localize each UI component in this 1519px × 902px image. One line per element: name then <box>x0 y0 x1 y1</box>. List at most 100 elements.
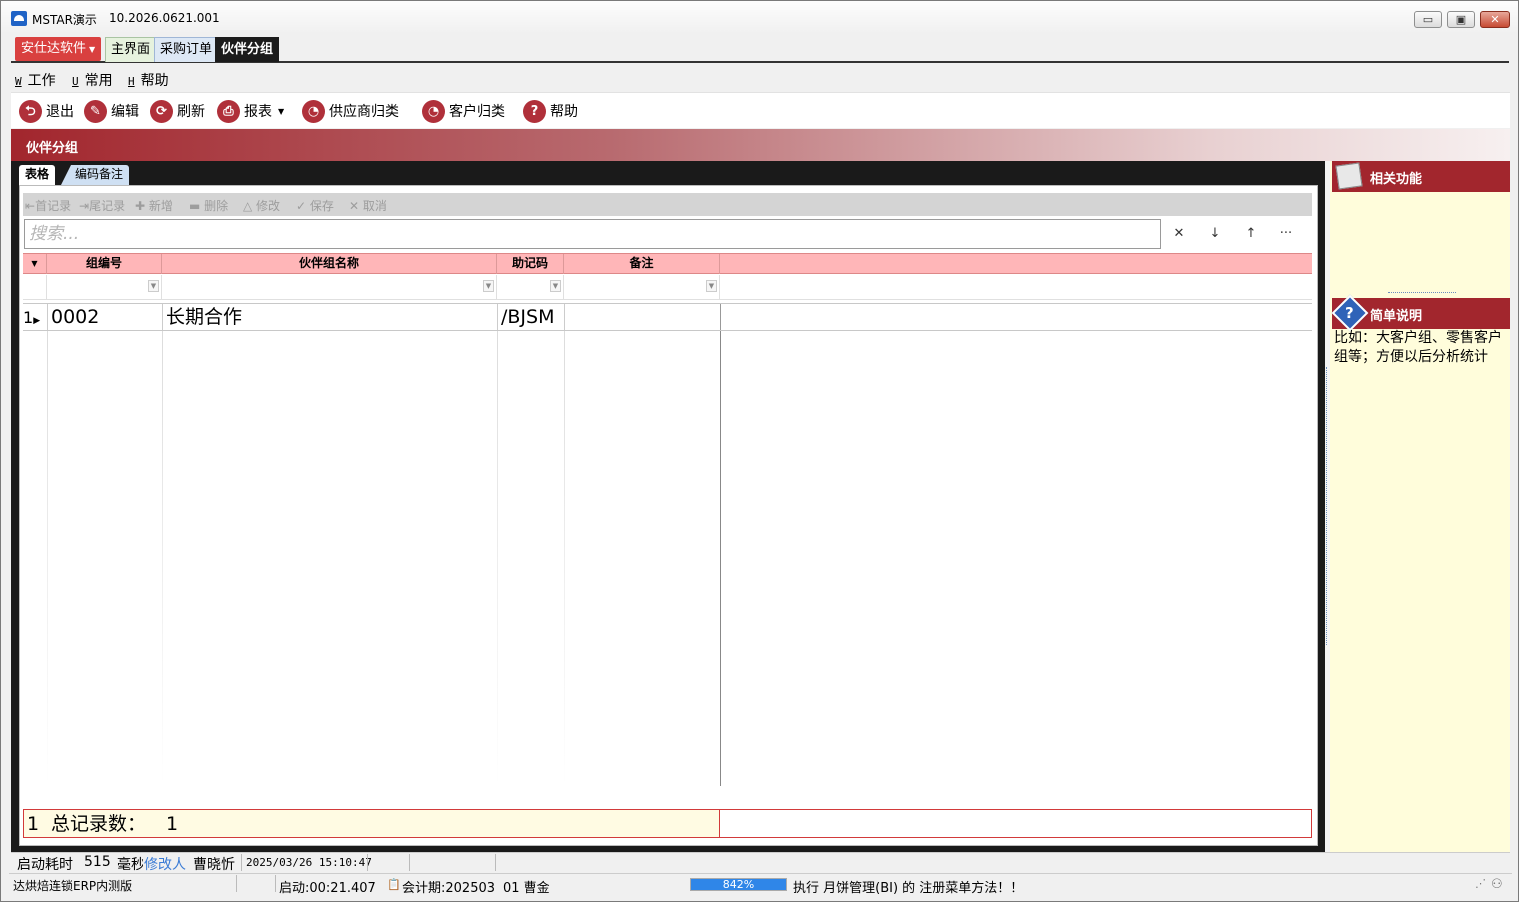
column-chooser-button[interactable]: ▼ <box>23 254 47 274</box>
edit-icon: ✎ <box>84 99 107 123</box>
current-user: 01 曹金 <box>503 881 550 896</box>
window-title: MSTAR演示 <box>32 13 97 27</box>
column-header-name[interactable]: 伙伴组名称 <box>162 254 497 274</box>
clear-search-button[interactable]: ✕ <box>1170 226 1188 241</box>
related-functions-title: 相关功能 <box>1370 172 1423 187</box>
help-button[interactable]: ? 帮助 <box>523 99 578 123</box>
row-pointer-icon: ▶ <box>33 316 41 326</box>
tab-main[interactable]: 主界面 <box>105 37 157 62</box>
cell-mnemonic[interactable]: /BJSM <box>497 304 564 330</box>
close-button[interactable]: ✕ <box>1480 11 1510 28</box>
save-button[interactable]: ✓ 保存 <box>296 197 334 214</box>
startup-label: 启动耗时 <box>17 857 73 873</box>
splitter-grip[interactable] <box>1326 367 1329 645</box>
first-record-button[interactable]: ⇤首记录 <box>25 197 71 214</box>
print-icon: ⎙ <box>217 99 240 123</box>
divider <box>241 854 242 871</box>
search-box <box>24 219 1161 249</box>
divider <box>275 875 276 892</box>
menu-common[interactable]: U 常用 <box>72 70 113 90</box>
startup-value: 515 <box>84 854 111 870</box>
filter-dropdown-icon[interactable]: ▼ <box>148 280 159 292</box>
summary-footer: 1 总记录数： 1 <box>23 809 1312 838</box>
report-button[interactable]: ⎙ 报表 ▼ <box>217 99 284 123</box>
users-icon: ⚇ <box>1491 877 1503 892</box>
column-divider <box>47 331 48 786</box>
tab-purchase-order[interactable]: 采购订单 <box>154 37 219 62</box>
column-header-code[interactable]: 组编号 <box>47 254 162 274</box>
menu-help[interactable]: H 帮助 <box>128 70 169 90</box>
modifier-label: 修改人 <box>144 857 186 873</box>
menu-work[interactable]: W 工作 <box>15 70 56 90</box>
add-button[interactable]: ✚ 新增 <box>135 197 173 214</box>
calendar-icon: 📋 <box>387 878 401 891</box>
modified-time: 2025/03/26 15:10:47 <box>246 856 372 869</box>
column-header-remark[interactable]: 备注 <box>564 254 720 274</box>
resize-grip-icon[interactable]: ⋰ <box>1475 877 1486 890</box>
filter-cell-code[interactable]: ▼ <box>47 275 162 299</box>
exit-button[interactable]: ⮌ 退出 <box>19 99 74 123</box>
brand-menu-button[interactable]: 安仕达软件 ▼ <box>15 37 102 61</box>
app-window: MSTAR演示 10.2026.0621.001 ▭ ▣ ✕ 安仕达软件 ▼ 主界… <box>0 0 1519 902</box>
edit-button[interactable]: ✎ 编辑 <box>84 99 139 123</box>
pie-chart-icon: ◔ <box>422 99 445 123</box>
column-header-mnemonic[interactable]: 助记码 <box>497 254 564 274</box>
filter-cell <box>23 275 47 299</box>
column-divider <box>162 331 163 786</box>
title-bar: MSTAR演示 10.2026.0621.001 ▭ ▣ ✕ <box>1 1 1518 34</box>
filter-cell-mnemonic[interactable]: ▼ <box>497 275 564 299</box>
section-grip[interactable] <box>1388 292 1456 295</box>
filter-cell-remark[interactable]: ▼ <box>564 275 720 299</box>
minimize-button[interactable]: ▭ <box>1414 11 1442 28</box>
maximize-button[interactable]: ▣ <box>1447 11 1475 28</box>
description-header[interactable]: ? 简单说明 <box>1331 294 1510 332</box>
next-match-button[interactable]: ↓ <box>1206 226 1224 241</box>
summary-count: 1 <box>166 813 179 835</box>
main-panel: 表格 编码备注 ⇤首记录 ⇥尾记录 ✚ 新增 ▬ 删除 △ 修改 ✓ 保存 ✕ … <box>11 161 1325 852</box>
cell-empty <box>720 304 1310 330</box>
filter-dropdown-icon[interactable]: ▼ <box>706 280 717 292</box>
divider <box>409 854 410 871</box>
column-divider <box>720 331 721 786</box>
refresh-button[interactable]: ⟳ 刷新 <box>150 99 205 123</box>
uptime-label: 启动:00:21.407 <box>279 881 376 896</box>
pie-chart-icon: ◔ <box>302 99 325 123</box>
top-tab-strip: 安仕达软件 ▼ 主界面 采购订单 伙伴分组 <box>11 34 1509 63</box>
tab-partner-group[interactable]: 伙伴分组 <box>215 37 280 62</box>
customer-classify-button[interactable]: ◔ 客户归类 <box>422 99 505 123</box>
edition-label: 达烘焙连锁ERP内测版 <box>13 879 133 893</box>
supplier-classify-button[interactable]: ◔ 供应商归类 <box>302 99 399 123</box>
divider <box>495 854 496 871</box>
divider <box>367 854 368 871</box>
tab-grid[interactable]: 表格 <box>19 165 56 185</box>
table-row[interactable]: 1▶ 0002 长期合作 /BJSM <box>23 303 1312 331</box>
side-panel: 相关功能 ? 简单说明 比如：大客户组、零售客户组等；方便以后分析统计 <box>1330 161 1510 852</box>
record-status-bar: 启动耗时 515 毫秒 修改人 曹晓忻 2025/03/26 15:10:47 <box>11 852 1510 873</box>
cell-name[interactable]: 长期合作 <box>162 304 497 330</box>
chevron-down-icon: ▼ <box>278 106 285 116</box>
summary-index: 1 <box>27 813 40 835</box>
last-record-button[interactable]: ⇥尾记录 <box>79 197 125 214</box>
summary-label: 总记录数： <box>51 813 147 835</box>
related-functions-header[interactable]: 相关功能 <box>1332 161 1510 192</box>
cell-code[interactable]: 0002 <box>47 304 162 330</box>
toolbar: ⮌ 退出 ✎ 编辑 ⟳ 刷新 ⎙ 报表 ▼ ◔ 供应商归类 ◔ 客户归类 ? 帮助 <box>11 92 1510 128</box>
column-divider <box>564 331 565 786</box>
grid-content: ⇤首记录 ⇥尾记录 ✚ 新增 ▬ 删除 △ 修改 ✓ 保存 ✕ 取消 ✕ ↓ ↑… <box>19 185 1318 846</box>
exit-icon: ⮌ <box>19 99 42 123</box>
previous-match-button[interactable]: ↑ <box>1242 226 1260 241</box>
delete-button[interactable]: ▬ 删除 <box>189 197 228 214</box>
filter-dropdown-icon[interactable]: ▼ <box>483 280 494 292</box>
cell-remark[interactable] <box>564 304 720 330</box>
tab-code-notes[interactable]: 编码备注 <box>61 165 130 185</box>
modify-button[interactable]: △ 修改 <box>243 197 280 214</box>
filter-row: ▼ ▼ ▼ ▼ <box>23 275 1312 300</box>
column-divider <box>497 331 498 786</box>
more-options-button[interactable]: ··· <box>1277 226 1295 241</box>
filter-cell-name[interactable]: ▼ <box>162 275 497 299</box>
chevron-down-icon: ▼ <box>89 45 96 54</box>
search-input[interactable] <box>25 220 1160 248</box>
filter-dropdown-icon[interactable]: ▼ <box>550 280 561 292</box>
cancel-button[interactable]: ✕ 取消 <box>349 197 387 214</box>
progress-label: 842% <box>722 878 755 891</box>
